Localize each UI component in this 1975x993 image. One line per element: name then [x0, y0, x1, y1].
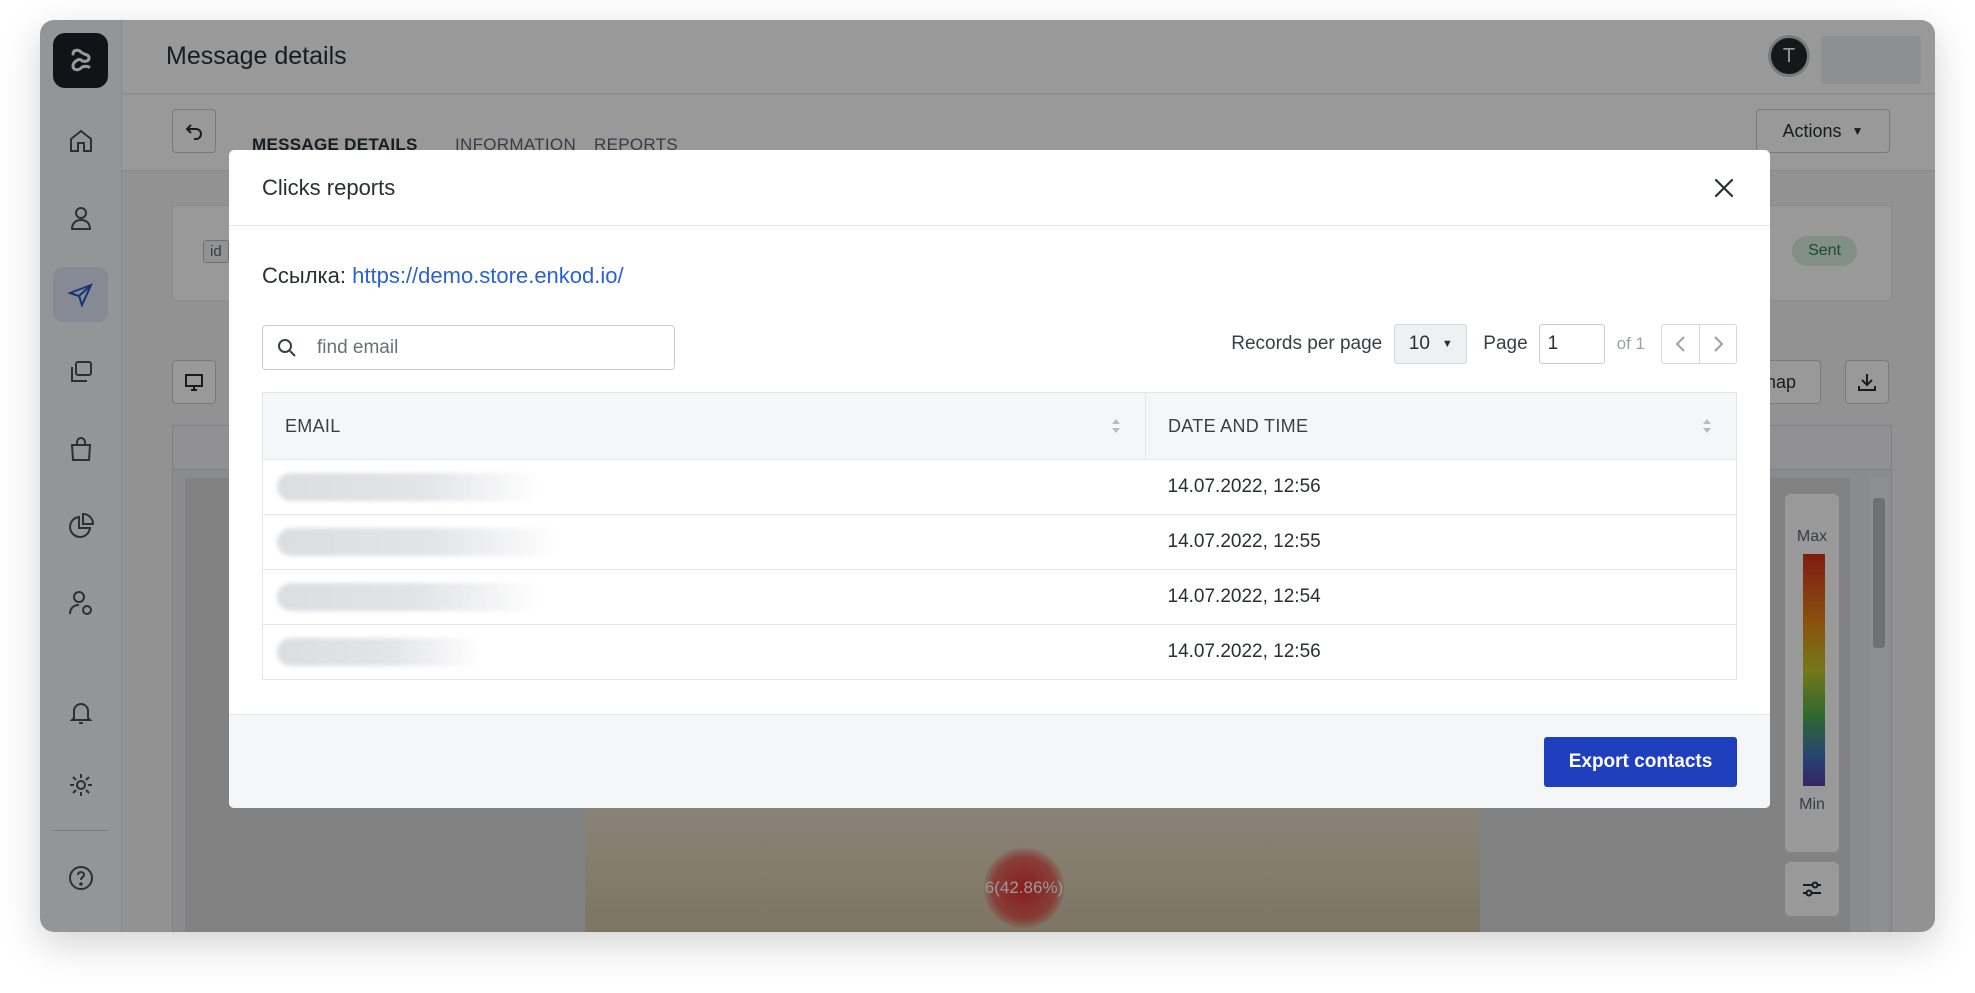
email-cell	[262, 624, 1146, 680]
column-header-label: DATE AND TIME	[1168, 415, 1309, 436]
table-row: 14.07.2022, 12:55	[262, 514, 1737, 570]
records-per-page-select[interactable]: 10 ▼	[1394, 324, 1468, 364]
datetime-cell: 14.07.2022, 12:55	[1145, 514, 1737, 570]
link-row: Ссылка: https://demo.store.enkod.io/	[262, 263, 624, 289]
table-header-row: EMAIL DATE AND TIME	[262, 392, 1737, 460]
datetime-cell: 14.07.2022, 12:54	[1145, 569, 1737, 625]
redacted-email	[277, 583, 542, 611]
search-icon	[278, 339, 296, 357]
prev-page-button[interactable]	[1662, 325, 1699, 363]
datetime-cell: 14.07.2022, 12:56	[1145, 624, 1737, 680]
modal-title: Clicks reports	[262, 175, 396, 200]
datetime-cell: 14.07.2022, 12:56	[1145, 459, 1737, 515]
page-total: of 1	[1616, 334, 1645, 353]
records-per-page-label: Records per page	[1231, 333, 1383, 354]
link-label: Ссылка:	[262, 263, 346, 288]
app-window: Message details T MESSAGE DETAILS INFORM…	[40, 20, 1935, 932]
caret-down-icon: ▼	[1441, 338, 1453, 350]
redacted-email	[277, 528, 562, 556]
close-icon	[1714, 178, 1734, 198]
clicks-table: EMAIL DATE AND TIME 14.07.2022, 12:56 14…	[262, 392, 1737, 680]
search-box	[262, 325, 675, 370]
clicks-report-modal: Clicks reports Ссылка: https://demo.stor…	[229, 150, 1770, 808]
table-row: 14.07.2022, 12:54	[262, 569, 1737, 625]
column-header-email[interactable]: EMAIL	[262, 392, 1146, 460]
page-number-input[interactable]	[1538, 324, 1605, 364]
page-label: Page	[1483, 333, 1528, 354]
modal-footer: Export contacts	[229, 714, 1770, 808]
sort-icon[interactable]	[1111, 418, 1121, 434]
close-button[interactable]	[1708, 172, 1740, 204]
pagination: Records per page 10 ▼ Page of 1	[1231, 324, 1737, 364]
email-cell	[262, 569, 1146, 625]
export-contacts-button[interactable]: Export contacts	[1544, 737, 1737, 787]
link-url[interactable]: https://demo.store.enkod.io/	[352, 263, 624, 288]
redacted-email	[277, 638, 482, 666]
table-row: 14.07.2022, 12:56	[262, 624, 1737, 680]
sort-icon[interactable]	[1702, 418, 1712, 434]
chevron-left-icon	[1675, 336, 1685, 352]
records-per-page-value: 10	[1408, 333, 1430, 354]
page-nav	[1661, 324, 1737, 364]
modal-header: Clicks reports	[229, 150, 1770, 226]
chevron-right-icon	[1714, 336, 1724, 352]
next-page-button[interactable]	[1699, 325, 1736, 363]
redacted-email	[277, 473, 542, 501]
table-row: 14.07.2022, 12:56	[262, 459, 1737, 515]
search-input[interactable]	[317, 326, 667, 369]
email-cell	[262, 514, 1146, 570]
email-cell	[262, 459, 1146, 515]
column-header-label: EMAIL	[285, 415, 341, 436]
column-header-datetime[interactable]: DATE AND TIME	[1145, 392, 1737, 460]
